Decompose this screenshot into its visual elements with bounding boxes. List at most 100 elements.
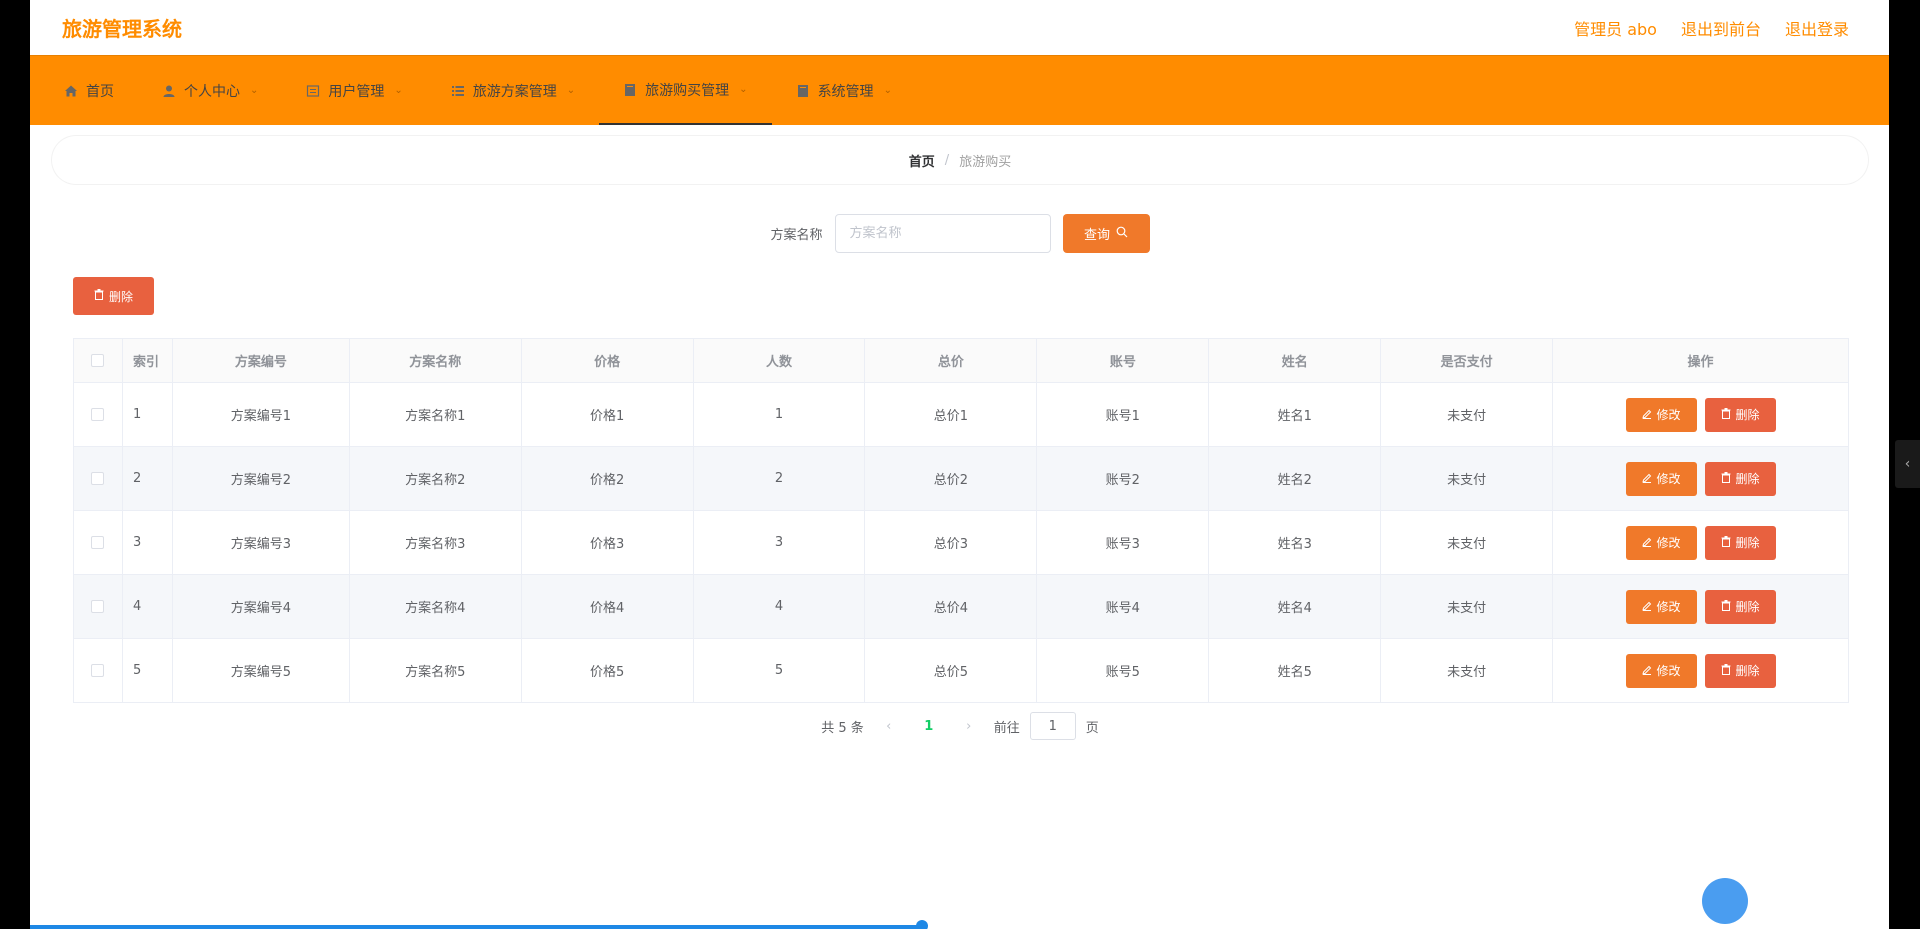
trash-icon [1721, 471, 1731, 486]
table-row: 1 方案编号1 方案名称1 价格1 1 总价1 账号1 姓名1 未支付 修改 删除 [73, 382, 1849, 447]
column-header: 姓名 [1208, 338, 1382, 383]
delete-button[interactable]: 删除 [1704, 653, 1776, 688]
column-header: 操作 [1552, 338, 1849, 383]
nav-label: 首页 [86, 83, 114, 100]
cell-paid: 未支付 [1380, 574, 1554, 639]
table-body: 1 方案编号1 方案名称1 价格1 1 总价1 账号1 姓名1 未支付 修改 删除 2 方案编号2 方案名… [73, 382, 1849, 703]
trash-icon [1721, 663, 1731, 678]
goto-prefix: 前往 [993, 720, 1020, 736]
delete-button[interactable]: 删除 [1704, 397, 1776, 432]
edit-label: 修改 [1656, 472, 1681, 486]
purchase-table: 索引 方案编号 方案名称 价格 人数 总价 账号 姓名 是否支付 操作 1 方案编… [73, 338, 1849, 703]
row-select-cell [73, 446, 123, 511]
cell-count: 2 [692, 446, 866, 511]
cell-account: 账号3 [1036, 510, 1210, 575]
search-input[interactable] [834, 214, 1051, 253]
row-select-cell [73, 510, 123, 575]
cell-code: 方案编号2 [171, 446, 350, 511]
nav-label: 旅游购买管理 [645, 82, 730, 99]
cell-actions: 修改 删除 [1552, 638, 1849, 703]
edit-button[interactable]: 修改 [1625, 397, 1697, 432]
nav-item-plans[interactable]: 旅游方案管理 ⌄ [427, 56, 599, 125]
column-header: 价格 [520, 338, 694, 383]
exit-to-front-link[interactable]: 退出到前台 [1681, 16, 1761, 40]
edit-icon [1641, 472, 1652, 486]
delete-button[interactable]: 删除 [1704, 461, 1776, 496]
table-row: 5 方案编号5 方案名称5 价格5 5 总价5 账号5 姓名5 未支付 修改 删除 [73, 638, 1849, 703]
delete-label: 删除 [1735, 664, 1760, 678]
edit-label: 修改 [1656, 536, 1681, 550]
cell-account: 账号4 [1036, 574, 1210, 639]
cell-price: 价格5 [520, 638, 694, 703]
cell-index: 3 [121, 510, 173, 575]
cell-account: 账号2 [1036, 446, 1210, 511]
nav-item-purchases[interactable]: 旅游购买管理 ⌄ [599, 56, 772, 125]
nav-item-home[interactable]: 首页 [40, 56, 138, 125]
collapse-sidebar-tab[interactable]: ‹ [1895, 440, 1920, 488]
row-checkbox[interactable] [91, 536, 105, 549]
query-label: 查询 [1083, 228, 1110, 243]
edit-label: 修改 [1656, 600, 1681, 614]
cell-name: 方案名称1 [348, 382, 522, 447]
cell-actions: 修改 删除 [1552, 574, 1849, 639]
logout-link[interactable]: 退出登录 [1785, 16, 1849, 40]
goto-page-input[interactable] [1029, 712, 1076, 740]
table-header-row: 索引 方案编号 方案名称 价格 人数 总价 账号 姓名 是否支付 操作 [73, 338, 1849, 383]
edit-button[interactable]: 修改 [1625, 589, 1697, 624]
select-all-cell [73, 338, 123, 383]
cell-person: 姓名4 [1208, 574, 1382, 639]
floating-assistant-ball[interactable] [1702, 878, 1748, 924]
row-checkbox[interactable] [91, 408, 105, 421]
document-icon [796, 84, 810, 98]
content-panel: 方案名称 查询 删除 [52, 194, 1868, 759]
next-page-icon[interactable]: › [954, 719, 984, 734]
home-icon [64, 84, 78, 98]
user-icon [162, 84, 176, 98]
nav-item-profile[interactable]: 个人中心 ⌄ [138, 56, 282, 125]
cell-count: 5 [692, 638, 866, 703]
edit-icon [1641, 600, 1652, 614]
row-checkbox[interactable] [91, 472, 105, 485]
list-icon [306, 84, 320, 98]
edit-button[interactable]: 修改 [1625, 461, 1697, 496]
breadcrumb-separator: / [944, 152, 950, 168]
chevron-down-icon: ⌄ [394, 85, 403, 96]
admin-label[interactable]: 管理员 abo [1574, 16, 1657, 40]
progress-handle[interactable] [916, 920, 928, 929]
row-checkbox[interactable] [91, 600, 105, 613]
cell-paid: 未支付 [1380, 446, 1554, 511]
cell-person: 姓名3 [1208, 510, 1382, 575]
chevron-down-icon: ⌄ [566, 85, 576, 96]
cell-total: 总价4 [864, 574, 1038, 639]
cell-total: 总价2 [864, 446, 1038, 511]
cell-paid: 未支付 [1380, 510, 1554, 575]
goto-suffix: 页 [1085, 720, 1099, 736]
table-row: 2 方案编号2 方案名称2 价格2 2 总价2 账号2 姓名2 未支付 修改 删除 [73, 446, 1849, 511]
batch-delete-button[interactable]: 删除 [73, 277, 154, 315]
search-label: 方案名称 [770, 228, 823, 243]
query-button[interactable]: 查询 [1062, 214, 1150, 253]
pagination: 共 5 条 ‹ 1 › 前往 页 [52, 712, 1868, 740]
delete-label: 删除 [1735, 472, 1760, 486]
column-header: 索引 [121, 338, 173, 383]
select-all-checkbox[interactable] [91, 354, 105, 367]
cell-code: 方案编号3 [171, 510, 350, 575]
prev-page-icon[interactable]: ‹ [874, 719, 904, 734]
row-checkbox[interactable] [91, 664, 105, 677]
edit-icon [1641, 536, 1652, 550]
delete-button[interactable]: 删除 [1704, 589, 1776, 624]
nav-item-users[interactable]: 用户管理 ⌄ [282, 56, 426, 125]
page-number[interactable]: 1 [914, 719, 944, 734]
edit-button[interactable]: 修改 [1625, 653, 1697, 688]
cell-total: 总价3 [864, 510, 1038, 575]
nav-item-system[interactable]: 系统管理 ⌄ [772, 56, 916, 125]
cell-index: 2 [121, 446, 173, 511]
cell-count: 4 [692, 574, 866, 639]
cell-price: 价格3 [520, 510, 694, 575]
app-title: 旅游管理系统 [62, 17, 182, 41]
edit-button[interactable]: 修改 [1625, 525, 1697, 560]
breadcrumb-home[interactable]: 首页 [909, 151, 935, 170]
cell-index: 5 [121, 638, 173, 703]
delete-button[interactable]: 删除 [1704, 525, 1776, 560]
cell-name: 方案名称3 [348, 510, 522, 575]
